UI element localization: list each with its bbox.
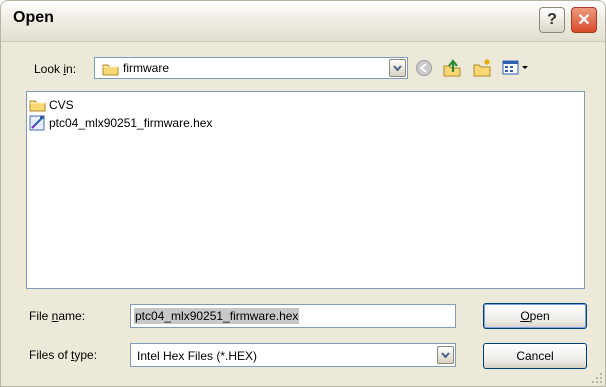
- open-mnemonic: O: [520, 309, 530, 323]
- open-dialog: Open ? ✕ Look in: firmware CVS ptc04_mlx…: [0, 0, 606, 387]
- look-in-label-post: n:: [66, 62, 77, 76]
- title-bar[interactable]: Open ? ✕: [1, 1, 605, 42]
- help-label: ?: [547, 11, 557, 28]
- file-list[interactable]: CVS ptc04_mlx90251_firmware.hex: [26, 91, 585, 289]
- file-name-value: ptc04_mlx90251_firmware.hex: [134, 308, 300, 324]
- close-button[interactable]: ✕: [571, 7, 597, 33]
- dialog-title: Open: [13, 9, 54, 26]
- look-in-label-pre: Look: [34, 62, 64, 76]
- close-label: ✕: [577, 12, 591, 29]
- file-name-label-post: ame:: [58, 309, 86, 323]
- file-name-label: ptc04_mlx90251_firmware.hex: [49, 116, 213, 130]
- file-type-label: Files of type:: [29, 348, 97, 362]
- new-folder-icon: [473, 59, 491, 77]
- folder-icon: [29, 97, 47, 113]
- chevron-down-icon: [441, 352, 450, 358]
- up-folder-icon: [443, 59, 461, 77]
- cancel-label: Cancel: [516, 349, 554, 363]
- back-button[interactable]: [414, 58, 434, 78]
- look-in-dropdown-button[interactable]: [389, 59, 406, 77]
- open-label: pen: [529, 309, 550, 323]
- view-menu-button[interactable]: [502, 58, 530, 78]
- look-in-label: Look in:: [34, 62, 76, 76]
- file-type-label-post: ype:: [74, 348, 98, 362]
- help-button[interactable]: ?: [539, 7, 565, 33]
- file-name-input[interactable]: ptc04_mlx90251_firmware.hex: [130, 304, 456, 328]
- view-menu-icon: [502, 60, 528, 75]
- look-in-combobox[interactable]: firmware: [94, 57, 408, 79]
- new-folder-button[interactable]: [472, 58, 492, 78]
- back-arrow-icon: [416, 60, 432, 76]
- file-name-label: CVS: [49, 98, 74, 112]
- file-type-dropdown-button[interactable]: [437, 346, 454, 364]
- open-button[interactable]: Open: [483, 303, 587, 329]
- resize-grip-icon[interactable]: [591, 372, 603, 384]
- file-name-label-pre: File: [29, 309, 52, 323]
- cancel-button[interactable]: Cancel: [483, 343, 587, 369]
- list-item[interactable]: ptc04_mlx90251_firmware.hex: [29, 114, 212, 132]
- list-item[interactable]: CVS: [29, 96, 74, 114]
- file-type-combobox[interactable]: Intel Hex Files (*.HEX): [130, 343, 456, 367]
- chevron-down-icon: [393, 65, 402, 71]
- hex-file-icon: [29, 115, 47, 131]
- look-in-value: firmware: [123, 61, 170, 75]
- file-name-label: File name:: [29, 309, 85, 323]
- file-type-label-pre: Files of: [29, 348, 72, 362]
- file-type-value: Intel Hex Files (*.HEX): [137, 349, 258, 363]
- folder-icon: [102, 62, 119, 79]
- up-one-level-button[interactable]: [442, 58, 462, 78]
